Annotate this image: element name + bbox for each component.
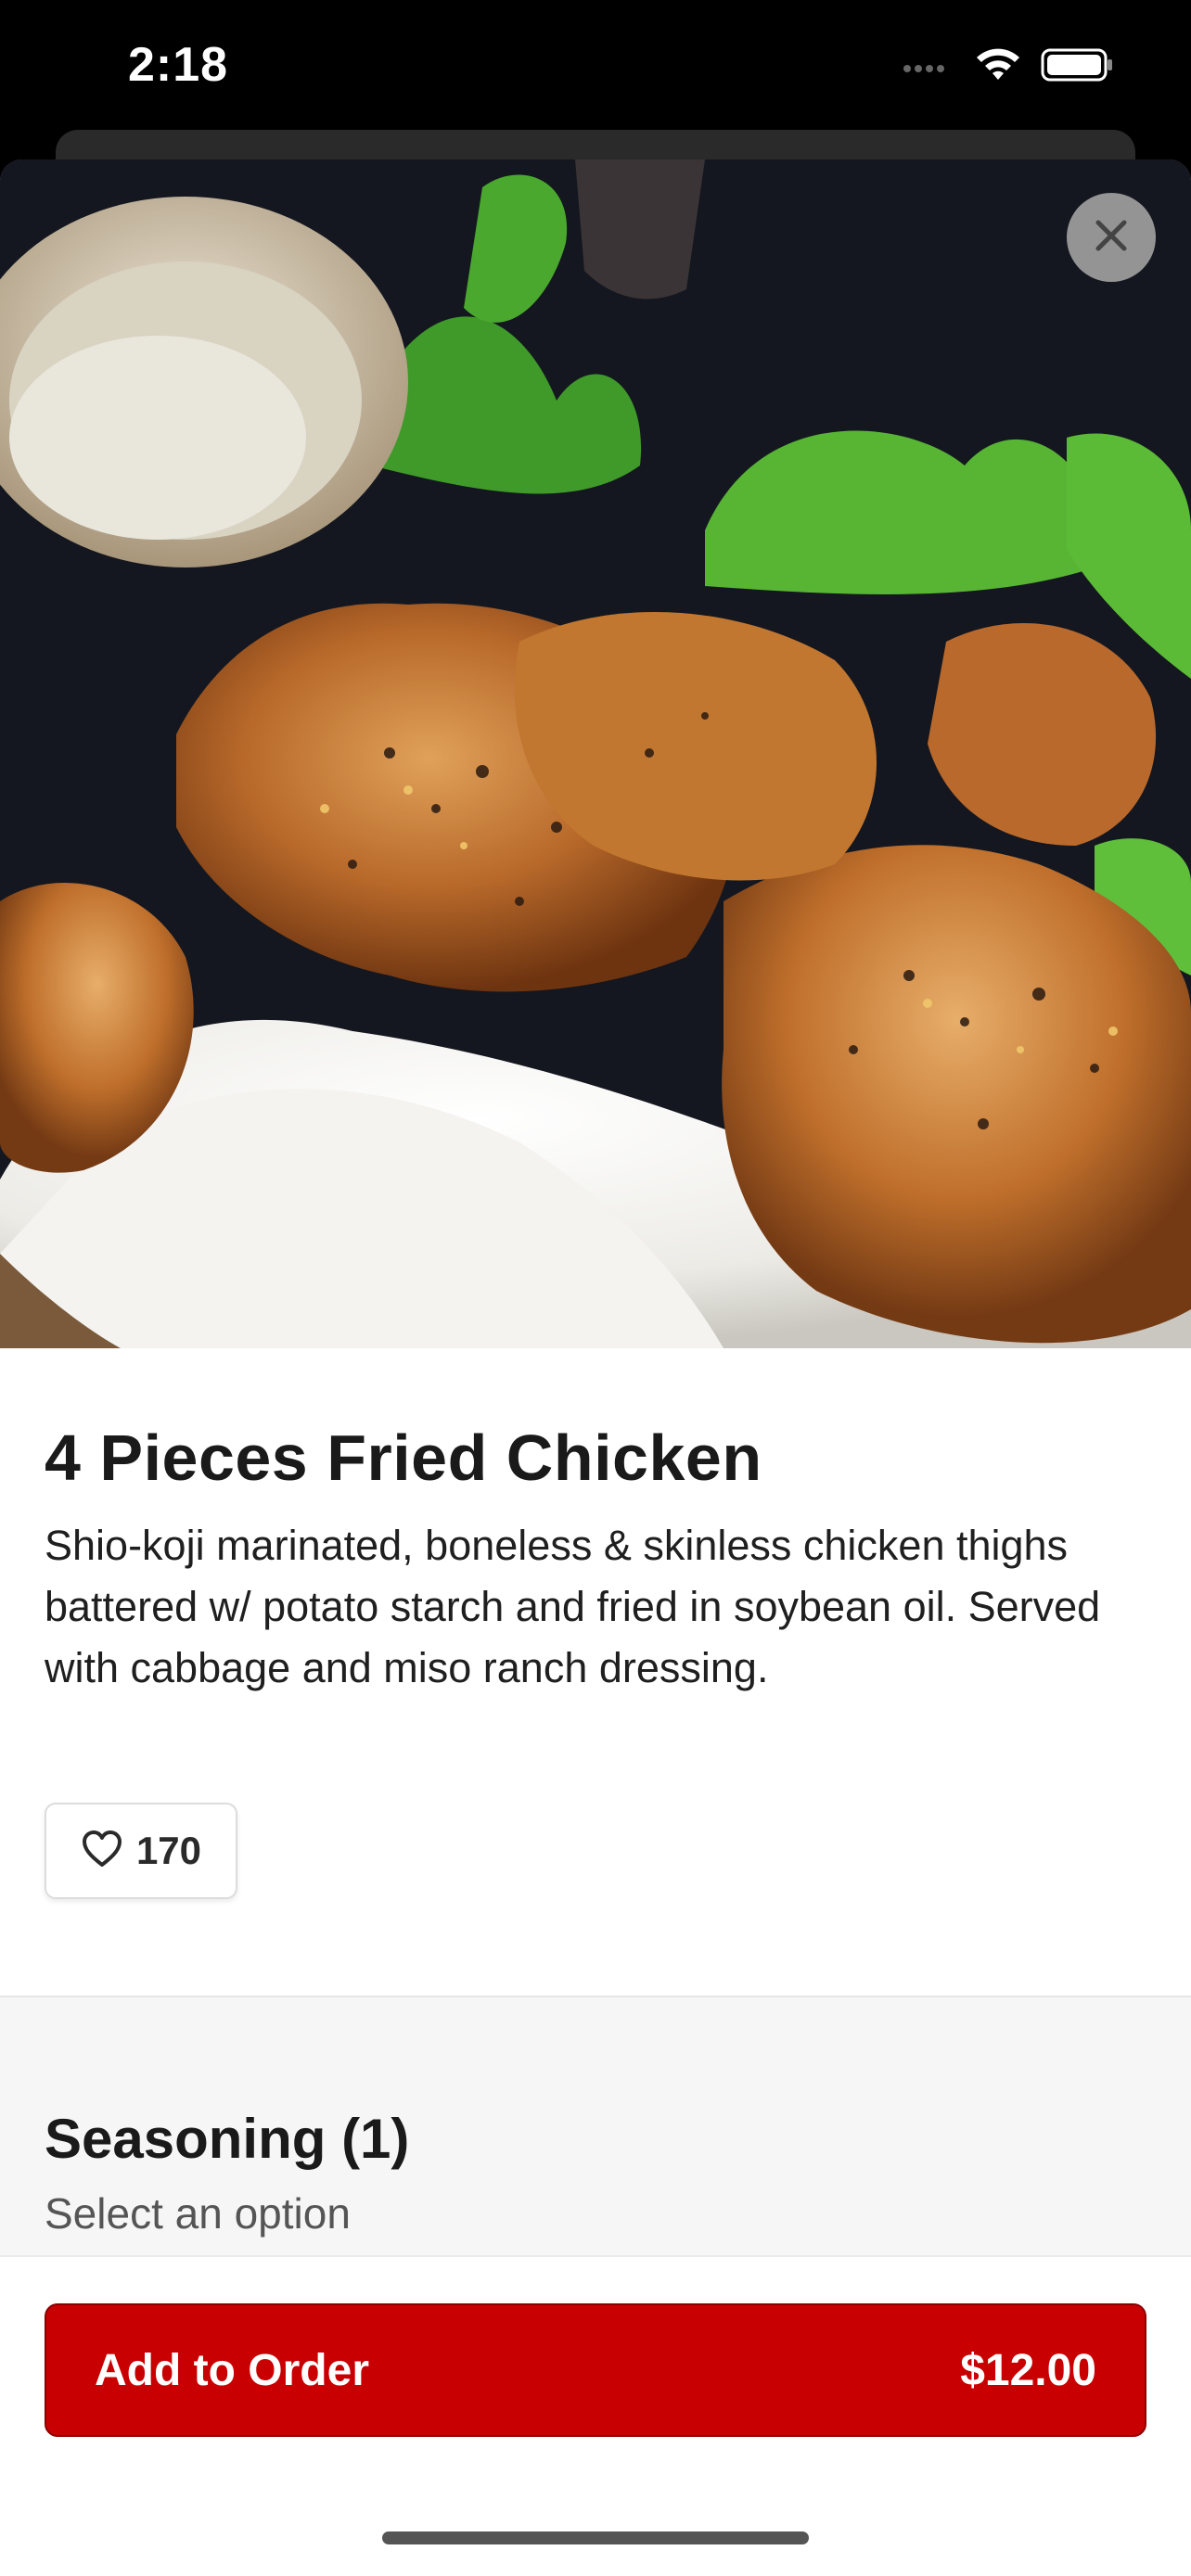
item-detail-sheet: 4 Pieces Fried Chicken Shio-koji marinat… xyxy=(0,159,1191,2576)
order-price: $12.00 xyxy=(960,2345,1096,2395)
option-group-subtitle: Select an option xyxy=(45,2189,351,2238)
wifi-icon xyxy=(974,46,1022,88)
like-button[interactable]: 170 xyxy=(45,1803,237,1899)
item-description: Shio-koji marinated, boneless & skinless… xyxy=(45,1522,1101,1691)
order-footer: Add to Order $12.00 xyxy=(0,2255,1191,2576)
close-icon xyxy=(1091,215,1132,261)
status-icons xyxy=(902,46,1115,88)
item-photo xyxy=(0,159,1191,1348)
add-to-order-label: Add to Order xyxy=(95,2345,369,2395)
status-time: 2:18 xyxy=(128,38,229,92)
status-bar: 2:18 xyxy=(0,0,1191,132)
close-button[interactable] xyxy=(1067,193,1156,282)
home-indicator xyxy=(382,2531,809,2544)
item-title: 4 Pieces Fried Chicken xyxy=(45,1422,762,1494)
battery-icon xyxy=(1041,46,1115,88)
option-group-title: Seasoning (1) xyxy=(45,2108,410,2170)
signal-icon xyxy=(902,56,955,79)
add-to-order-button[interactable]: Add to Order $12.00 xyxy=(45,2303,1146,2437)
item-details: 4 Pieces Fried Chicken Shio-koji marinat… xyxy=(0,1348,1191,1997)
heart-icon xyxy=(81,1830,123,1873)
like-count: 170 xyxy=(135,1829,202,1872)
